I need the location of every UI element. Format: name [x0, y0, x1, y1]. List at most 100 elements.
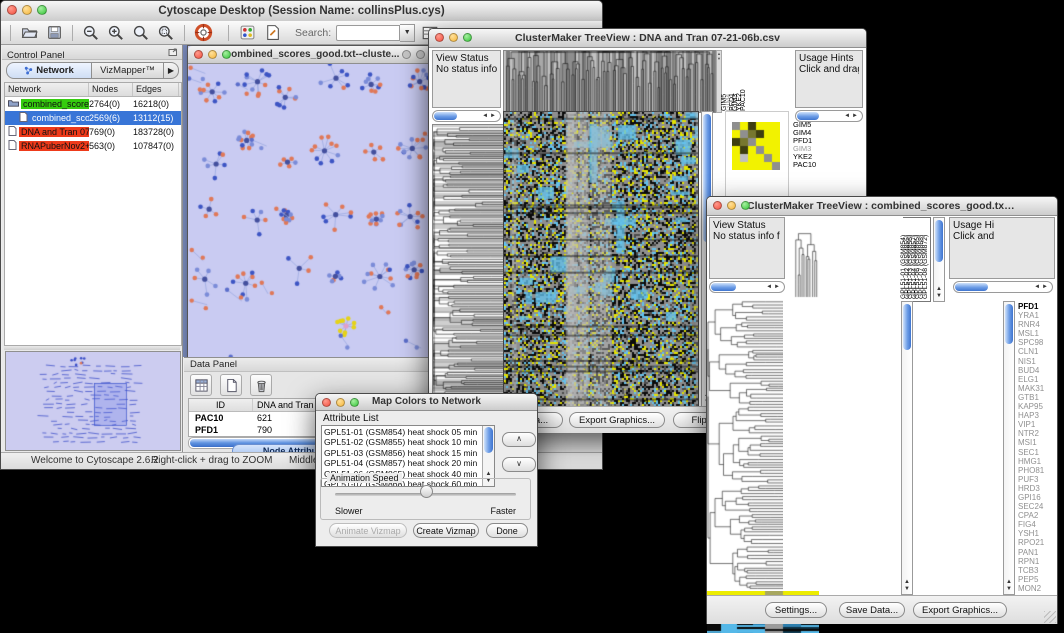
column-dendrogram-canvas[interactable]	[503, 50, 716, 113]
zoom-window-icon[interactable]	[741, 201, 750, 210]
export-graphics-button[interactable]: Export Graphics...	[913, 602, 1007, 618]
dialog-titlebar[interactable]: Map Colors to Network	[316, 394, 537, 411]
gene-label[interactable]: KAP95	[1018, 402, 1056, 411]
gene-label[interactable]: NIS1	[1018, 357, 1056, 366]
gene-label[interactable]: PUF3	[1018, 475, 1056, 484]
close-icon[interactable]	[402, 50, 411, 59]
gene-label[interactable]: CLN1	[1018, 347, 1056, 356]
gene-label[interactable]: VIP1	[1018, 420, 1056, 429]
zoom-out-icon[interactable]	[81, 23, 101, 43]
gene-label[interactable]: RPN1	[1018, 557, 1056, 566]
birdseye-overview-canvas[interactable]	[5, 351, 181, 451]
gene-label[interactable]: MSI1	[1018, 438, 1056, 447]
done-button[interactable]: Done	[486, 523, 528, 538]
gene-label[interactable]: MSL1	[1018, 329, 1056, 338]
gene-label[interactable]: TCB3	[1018, 566, 1056, 575]
column-header-nodes[interactable]: Nodes	[89, 83, 133, 96]
minimize-icon[interactable]	[449, 33, 458, 42]
gene-label[interactable]: ELG1	[1018, 375, 1056, 384]
treeview2-titlebar[interactable]: ClusterMaker TreeView : combined_scores_…	[707, 197, 1057, 216]
heatmap-global-canvas[interactable]	[503, 111, 699, 408]
help-icon[interactable]	[193, 23, 213, 43]
close-icon[interactable]	[713, 201, 722, 210]
gene-label[interactable]: HRD3	[1018, 484, 1056, 493]
open-file-icon[interactable]	[19, 23, 39, 43]
gene-label[interactable]: MAK31	[1018, 384, 1056, 393]
close-icon[interactable]	[435, 33, 444, 42]
vertical-scrollbar[interactable]: ▲▼	[933, 217, 945, 302]
minimize-icon[interactable]	[416, 50, 425, 59]
export-graphics-button[interactable]: Export Graphics...	[569, 412, 665, 428]
network-canvas[interactable]	[188, 64, 435, 357]
gene-label[interactable]: SPC98	[1018, 338, 1056, 347]
save-icon[interactable]	[44, 23, 64, 43]
zoom-fit-icon[interactable]	[131, 23, 151, 43]
minimize-icon[interactable]	[727, 201, 736, 210]
column-header-id[interactable]: ID	[189, 399, 253, 411]
column-label[interactable]: PAC10	[742, 89, 746, 111]
save-data-button[interactable]: Save Data...	[839, 602, 905, 618]
vertical-scrollbar[interactable]: ▲▼	[901, 301, 913, 595]
gene-label[interactable]: HMG1	[1018, 457, 1056, 466]
gene-label[interactable]: SEC24	[1018, 502, 1056, 511]
gene-label[interactable]: MON2	[1018, 584, 1056, 593]
tab-network[interactable]: Network	[6, 62, 92, 79]
create-vizmap-button[interactable]: Create Vizmap	[413, 523, 479, 538]
annotation-icon[interactable]	[262, 23, 282, 43]
close-icon[interactable]	[194, 50, 203, 59]
panel-splitter[interactable]	[4, 346, 180, 350]
row-dendrogram-canvas[interactable]	[707, 299, 783, 591]
zoom-window-icon[interactable]	[350, 398, 359, 407]
gene-label[interactable]: CPA2	[1018, 511, 1056, 520]
gene-label[interactable]: PFD1	[1018, 302, 1056, 311]
network-tree-row[interactable]: combined_sco2569(6)13112(15)	[5, 111, 181, 125]
zoom-window-icon[interactable]	[463, 33, 472, 42]
network-tree-row[interactable]: DNA and Tran 07769(0)183728(0)	[5, 125, 181, 139]
treeview1-titlebar[interactable]: ClusterMaker TreeView : DNA and Tran 07-…	[429, 29, 866, 48]
gene-label[interactable]: NTR2	[1018, 429, 1056, 438]
new-attribute-icon[interactable]	[220, 374, 242, 396]
resize-grip[interactable]	[1044, 611, 1056, 623]
settings-button[interactable]: Settings...	[765, 602, 827, 618]
move-up-button[interactable]: ∧	[502, 432, 536, 447]
column-label[interactable]: GPL51-08 (GSM872)	[924, 235, 928, 299]
horizontal-scrollbar[interactable]: ◄►	[709, 281, 785, 293]
minimize-icon[interactable]	[22, 5, 32, 15]
horizontal-scrollbar[interactable]: ◄►	[953, 281, 1053, 293]
gene-label[interactable]: YRA1	[1018, 311, 1056, 320]
column-header-edges[interactable]: Edges	[133, 83, 179, 96]
nodes-grid-icon[interactable]	[237, 23, 257, 43]
gene-label[interactable]: PHO81	[1018, 466, 1056, 475]
tab-vizmapper[interactable]: VizMapper™	[92, 62, 164, 79]
gene-label[interactable]: SEC1	[1018, 448, 1056, 457]
gene-label[interactable]: YSH1	[1018, 529, 1056, 538]
close-icon[interactable]	[7, 5, 17, 15]
gene-label[interactable]: BUD4	[1018, 366, 1056, 375]
main-titlebar[interactable]: Cytoscape Desktop (Session Name: collins…	[1, 1, 602, 22]
delete-attribute-icon[interactable]	[250, 374, 272, 396]
zoom-selected-icon[interactable]	[156, 23, 176, 43]
minimize-icon[interactable]	[208, 50, 217, 59]
vertical-scrollbar[interactable]: ▲▼	[482, 426, 494, 486]
column-header-network[interactable]: Network	[5, 83, 89, 96]
attribute-item[interactable]: GPL51-01 (GSM854) heat shock 05 min	[324, 427, 481, 437]
speed-slider-thumb[interactable]	[420, 485, 433, 498]
close-icon[interactable]	[322, 398, 331, 407]
zoom-window-icon[interactable]	[222, 50, 231, 59]
gene-label[interactable]: GTB1	[1018, 393, 1056, 402]
network-tree-row[interactable]: combined_scores2764(0)16218(0)	[5, 97, 181, 111]
gene-label[interactable]: GPI16	[1018, 493, 1056, 502]
gene-label[interactable]: FIG4	[1018, 520, 1056, 529]
gene-label[interactable]: PEP5	[1018, 575, 1056, 584]
network-view-titlebar[interactable]: combined_scores_good.txt--cluste...	[188, 46, 437, 64]
search-dropdown-icon[interactable]: ▼	[400, 24, 415, 42]
gene-label[interactable]: HAP3	[1018, 411, 1056, 420]
horizontal-scrollbar[interactable]: ◄►	[432, 110, 501, 122]
similarity-matrix-canvas[interactable]	[732, 122, 780, 170]
attribute-item[interactable]: GPL51-02 (GSM855) heat shock 10 min	[324, 437, 481, 447]
attribute-item[interactable]: GPL51-04 (GSM857) heat shock 20 min	[324, 458, 481, 468]
zoom-in-icon[interactable]	[106, 23, 126, 43]
network-tree-row[interactable]: RNAPuberNov2+563(0)107847(0)	[5, 139, 181, 153]
gene-label[interactable]: RNR4	[1018, 320, 1056, 329]
select-attributes-icon[interactable]	[190, 374, 212, 396]
